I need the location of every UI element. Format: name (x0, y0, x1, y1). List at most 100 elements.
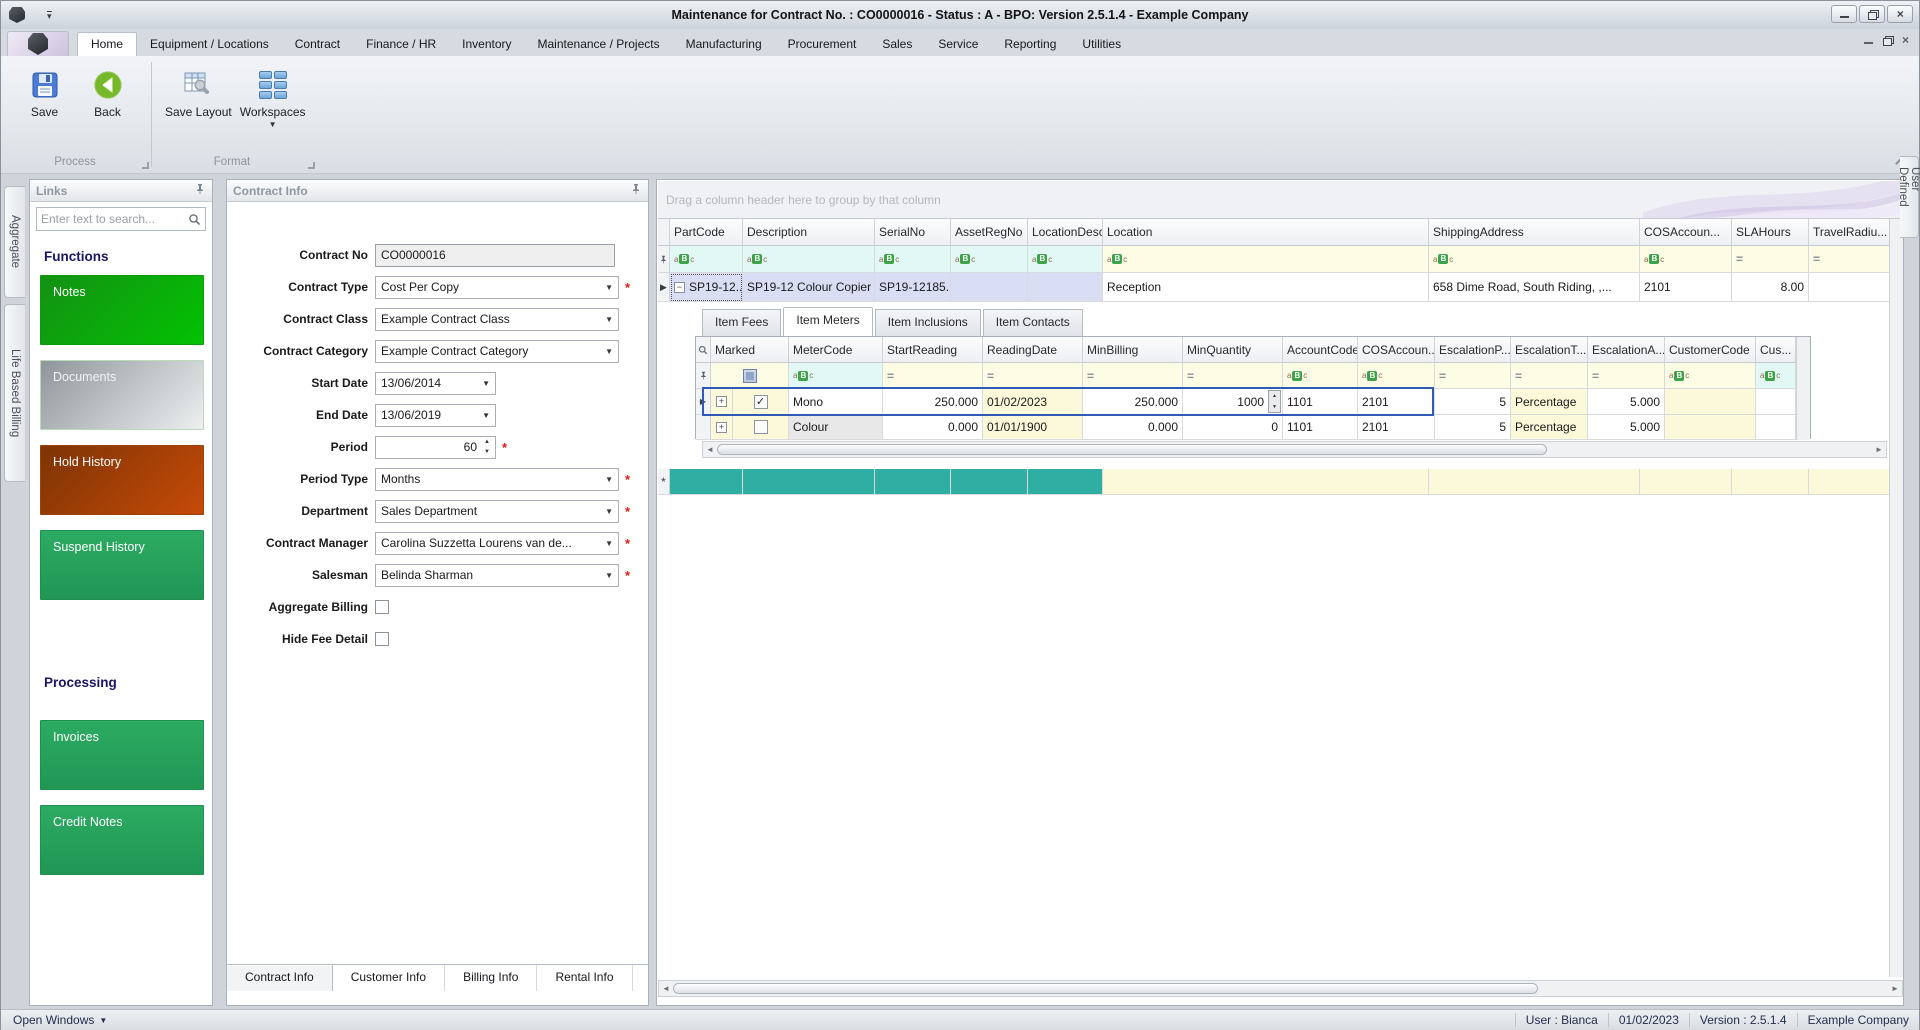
ribbon-tab-inventory[interactable]: Inventory (449, 33, 524, 56)
cell-customercode[interactable] (1665, 415, 1756, 440)
aggregate-billing-checkbox[interactable] (375, 600, 389, 614)
cell-cosaccount[interactable]: 2101 (1358, 415, 1435, 440)
quantity-stepper[interactable]: ▲ ▼ (1268, 390, 1281, 413)
pin-icon[interactable] (194, 183, 206, 198)
cell-assetregno[interactable] (951, 273, 1028, 302)
cell-readingdate[interactable]: 01/01/1900 (983, 415, 1083, 440)
expand-row-icon[interactable]: + (711, 389, 733, 415)
tab-item-meters[interactable]: Item Meters (783, 307, 873, 336)
mdi-close-icon[interactable]: × (1902, 33, 1909, 47)
filter-cell-escalationt[interactable]: = (1511, 363, 1588, 389)
scroll-right-icon[interactable]: ► (1888, 984, 1902, 993)
cell-description[interactable]: SP19-12 Colour Copier (743, 273, 875, 302)
minimize-button[interactable] (1831, 5, 1857, 23)
new-cell-cosaccount[interactable] (1640, 469, 1732, 495)
cell-shippingaddress[interactable]: 658 Dime Road, South Riding, ,... (1429, 273, 1640, 302)
spin-down-icon[interactable]: ▼ (480, 447, 494, 457)
period-type-dropdown[interactable]: Months ▼ (375, 467, 619, 491)
filter-cell-minbilling[interactable]: = (1083, 363, 1183, 389)
cell-minquantity[interactable]: 1000 ▲ ▼ (1183, 389, 1283, 415)
department-dropdown[interactable]: Sales Department ▼ (375, 499, 619, 523)
save-button[interactable]: Save (15, 64, 74, 123)
spin-up-icon[interactable]: ▲ (1269, 391, 1280, 402)
filter-cell-location[interactable]: aBc (1103, 246, 1429, 273)
tab-customer-info[interactable]: Customer Info (333, 965, 446, 991)
cell-escalationp[interactable]: 5 (1435, 415, 1511, 440)
cell-customercode[interactable] (1665, 389, 1756, 415)
column-header-slahours[interactable]: SLAHours (1732, 219, 1809, 246)
new-cell-partcode[interactable] (670, 469, 743, 495)
documents-button[interactable]: Documents (40, 360, 204, 430)
filter-pin-icon[interactable] (696, 363, 711, 389)
save-layout-button[interactable]: Save Layout (163, 64, 234, 132)
column-header-metercode[interactable]: MeterCode (789, 337, 883, 363)
column-header-partcode[interactable]: PartCode (670, 219, 743, 246)
column-header-accountcode[interactable]: AccountCode (1283, 337, 1358, 363)
tab-item-fees[interactable]: Item Fees (702, 309, 782, 336)
filter-cell-marked[interactable] (711, 363, 789, 389)
new-cell-travelradius[interactable] (1809, 469, 1892, 495)
new-cell-locationdesc[interactable] (1028, 469, 1103, 495)
scroll-left-icon[interactable]: ◄ (703, 445, 717, 454)
contract-manager-dropdown[interactable]: Carolina Suzzetta Lourens van de... ▼ (375, 531, 619, 555)
meters-grid-vertical-scrollbar[interactable] (1796, 337, 1810, 440)
cell-escalationt[interactable]: Percentage (1511, 415, 1588, 440)
checkbox-unchecked-icon[interactable] (753, 420, 768, 434)
scrollbar-thumb[interactable] (673, 983, 1538, 994)
scroll-left-icon[interactable]: ◄ (659, 984, 673, 993)
filter-cell-slahours[interactable]: = (1732, 246, 1809, 273)
side-tab-user-defined[interactable]: User Defined (1897, 156, 1920, 238)
cell-marked[interactable] (733, 415, 789, 440)
filter-cell-startreading[interactable]: = (883, 363, 983, 389)
filter-cell-locationdesc[interactable]: aBc (1028, 246, 1103, 273)
cell-accountcode[interactable]: 1101 (1283, 415, 1358, 440)
ribbon-tab-maintenance-projects[interactable]: Maintenance / Projects (525, 33, 673, 56)
cell-location[interactable]: Reception (1103, 273, 1429, 302)
equipment-grid-vertical-scrollbar[interactable] (1889, 219, 1903, 977)
tab-rental-info[interactable]: Rental Info (537, 965, 633, 991)
hold-history-button[interactable]: Hold History (40, 445, 204, 515)
cell-travelradius[interactable] (1809, 273, 1892, 302)
cell-slahours[interactable]: 8.00 (1732, 273, 1809, 302)
filter-cell-shippingaddress[interactable]: aBc (1429, 246, 1640, 273)
ribbon-tab-sales[interactable]: Sales (869, 33, 925, 56)
scrollbar-thumb[interactable] (717, 444, 1547, 455)
hide-fee-detail-checkbox[interactable] (375, 632, 389, 646)
notes-button[interactable]: Notes (40, 275, 204, 345)
cell-cosaccount[interactable]: 2101 (1640, 273, 1732, 302)
search-icon[interactable] (188, 213, 201, 226)
cell-marked[interactable]: ✓ (733, 389, 789, 415)
back-button[interactable]: Back (78, 64, 137, 123)
ribbon-tab-procurement[interactable]: Procurement (775, 33, 870, 56)
filter-cell-readingdate[interactable]: = (983, 363, 1083, 389)
column-header-location[interactable]: Location (1103, 219, 1429, 246)
cell-locationdesc[interactable] (1028, 273, 1103, 302)
close-button[interactable]: × (1887, 5, 1913, 23)
filter-cell-customercode[interactable]: aBc (1665, 363, 1756, 389)
collapse-row-icon[interactable]: − (674, 281, 685, 293)
column-header-startreading[interactable]: StartReading (883, 337, 983, 363)
filter-cell-partcode[interactable]: aBc (670, 246, 743, 273)
cell-metercode[interactable]: Mono (789, 389, 883, 415)
column-header-escalationa[interactable]: EscalationA... (1588, 337, 1665, 363)
cell-customer[interactable] (1756, 415, 1796, 440)
cell-escalationa[interactable]: 5.000 (1588, 389, 1665, 415)
side-tab-aggregate[interactable]: Aggregate (4, 186, 25, 298)
contract-type-dropdown[interactable]: Cost Per Copy ▼ (375, 275, 619, 299)
cell-minbilling[interactable]: 250.000 (1083, 389, 1183, 415)
salesman-dropdown[interactable]: Belinda Sharman ▼ (375, 563, 619, 587)
new-cell-description[interactable] (743, 469, 875, 495)
start-date-picker[interactable]: 13/06/2014 ▼ (375, 371, 496, 395)
filter-cell-metercode[interactable]: aBc (789, 363, 883, 389)
column-header-customercode[interactable]: CustomerCode (1665, 337, 1756, 363)
cell-metercode[interactable]: Colour (789, 415, 883, 440)
cell-serialno[interactable]: SP19-12185... (875, 273, 951, 302)
ribbon-tab-equipment-locations[interactable]: Equipment / Locations (137, 33, 282, 56)
cell-minbilling[interactable]: 0.000 (1083, 415, 1183, 440)
tab-billing-info[interactable]: Billing Info (445, 965, 538, 991)
mdi-minimize-icon[interactable] (1863, 41, 1873, 44)
scroll-right-icon[interactable]: ► (1872, 445, 1886, 454)
column-header-serialno[interactable]: SerialNo (875, 219, 951, 246)
suspend-history-button[interactable]: Suspend History (40, 530, 204, 600)
tab-item-inclusions[interactable]: Item Inclusions (874, 309, 981, 336)
